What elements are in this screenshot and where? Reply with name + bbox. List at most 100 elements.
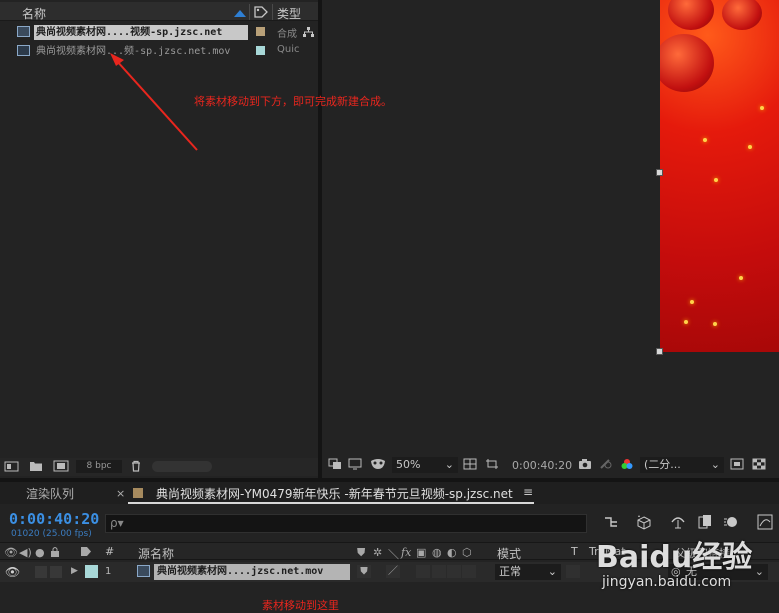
tab-render-queue[interactable]: 渲染队列: [26, 485, 74, 502]
sparkle-graphic: [703, 138, 707, 142]
monitor-icon[interactable]: [348, 458, 362, 470]
preserve-transparency-checkbox[interactable]: [566, 565, 580, 578]
color-depth-button[interactable]: 8 bpc: [76, 460, 122, 473]
mode-header[interactable]: 模式: [497, 545, 521, 562]
layer-number: 1: [105, 566, 112, 577]
layer-source-name[interactable]: 典尚视频素材网....jzsc.net.mov: [154, 564, 350, 580]
frame-count: 01020 (25.00 fps): [11, 529, 92, 539]
quality-switch-icon[interactable]: ＼: [388, 546, 399, 562]
channel-rgb-icon[interactable]: [620, 458, 633, 470]
active-tab-indicator: [128, 502, 534, 504]
lock-checkbox[interactable]: [50, 566, 62, 578]
region-of-interest-icon[interactable]: [485, 458, 498, 470]
tab-menu-icon[interactable]: ≡: [523, 485, 533, 499]
show-snapshot-icon[interactable]: [599, 458, 612, 470]
adjustment-switch[interactable]: [447, 565, 461, 578]
adjustment-layer-switch-icon[interactable]: ◐: [447, 546, 457, 559]
quality-switch[interactable]: ／: [386, 565, 400, 578]
motion-blur-switch-icon[interactable]: ◍: [432, 546, 442, 559]
watermark-url: jingyan.baidu.com: [602, 574, 732, 590]
name-column-header[interactable]: 名称: [22, 5, 46, 22]
layer-label-swatch[interactable]: [85, 565, 98, 578]
3d-layer-switch-icon[interactable]: ⬡: [462, 546, 472, 559]
preserve-transparency-header[interactable]: T: [571, 545, 578, 558]
layer-search-input[interactable]: ρ▾: [105, 514, 587, 533]
collapse-switch-icon[interactable]: ✲: [373, 546, 382, 559]
current-time-display[interactable]: 0:00:40:20: [512, 459, 572, 472]
annotation-text-top: 将素材移动到下方，即可完成新建合成。: [194, 95, 392, 108]
project-panel: 名称 类型 典尚视频素材网....视频-sp.jzsc.net 合成 典尚视频素…: [0, 0, 318, 478]
new-composition-icon[interactable]: [53, 460, 69, 472]
transform-handle[interactable]: [656, 169, 663, 176]
sparkle-graphic: [684, 320, 688, 324]
project-item-type: Quic: [277, 44, 300, 55]
camera-snapshot-icon[interactable]: [578, 458, 591, 470]
quicktime-footage-icon: [17, 45, 30, 56]
resolution-dropdown[interactable]: (二分... ⌄: [640, 457, 724, 473]
grid-guides-icon[interactable]: [463, 458, 477, 470]
frame-blend-switch[interactable]: [416, 565, 430, 578]
project-item-name[interactable]: 典尚视频素材网....视频-sp.jzsc.net: [34, 25, 248, 40]
tab-composition[interactable]: 典尚视频素材网-YM0479新年快乐 -新年春节元旦视频-sp.jzsc.net: [156, 485, 513, 502]
sparkle-graphic: [748, 145, 752, 149]
horizontal-scrollbar[interactable]: [152, 461, 212, 472]
frame-blend-switch-icon[interactable]: ▣: [416, 546, 426, 559]
sparkle-graphic: [760, 106, 764, 110]
layer-number-header[interactable]: #: [105, 545, 114, 558]
tab-close-icon[interactable]: ×: [116, 487, 125, 500]
column-divider[interactable]: [272, 4, 273, 20]
solo-checkbox[interactable]: [35, 566, 47, 578]
label-tag-icon[interactable]: [254, 6, 268, 18]
timeline-current-time[interactable]: 0:00:40:20: [9, 510, 99, 528]
source-name-header[interactable]: 源名称: [138, 545, 174, 562]
shy-switch[interactable]: ⛊: [357, 565, 371, 578]
label-color-swatch[interactable]: [256, 27, 265, 36]
interpret-footage-icon[interactable]: [4, 460, 19, 472]
transparency-grid-icon[interactable]: [752, 458, 766, 470]
sparkle-graphic: [690, 300, 694, 304]
blend-mode-value: 正常: [499, 565, 521, 578]
lantern-graphic: [668, 0, 714, 30]
sparkle-graphic: [713, 322, 717, 326]
lock-icon[interactable]: [50, 546, 60, 560]
lantern-graphic: [660, 34, 714, 92]
label-tag-icon[interactable]: [80, 546, 92, 560]
project-footer-toolbar: 8 bpc: [0, 458, 318, 476]
composition-viewer: 50% ⌄ 0:00:40:20 (二分... ⌄: [322, 0, 779, 478]
solo-icon[interactable]: ●: [35, 546, 45, 559]
effects-switch-icon[interactable]: fx: [401, 546, 411, 559]
project-item-composition[interactable]: 典尚视频素材网....视频-sp.jzsc.net 合成: [0, 23, 318, 41]
composition-frame[interactable]: [660, 0, 779, 352]
magnification-dropdown[interactable]: 50% ⌄: [392, 457, 458, 473]
flowchart-icon[interactable]: [303, 27, 314, 37]
footage-icon: [137, 565, 150, 577]
search-icon: ρ▾: [110, 516, 124, 530]
blend-mode-dropdown[interactable]: 正常 ⌄: [495, 564, 561, 580]
new-folder-icon[interactable]: [29, 460, 43, 472]
watermark-logo: Baidu经验: [596, 540, 753, 575]
project-item-name[interactable]: 典尚视频素材网...频-sp.jzsc.net.mov: [34, 44, 248, 59]
label-color-swatch[interactable]: [256, 46, 265, 55]
sort-ascending-icon[interactable]: [234, 10, 246, 17]
layer-visibility-eye-icon[interactable]: 👁: [5, 565, 20, 579]
column-divider[interactable]: [249, 4, 250, 20]
timeline-tab-bar: 渲染队列 × 典尚视频素材网-YM0479新年快乐 -新年春节元旦视频-sp.j…: [0, 482, 779, 504]
always-preview-icon[interactable]: [328, 458, 341, 470]
motion-blur-switch[interactable]: [432, 565, 446, 578]
project-item-type: 合成: [277, 29, 297, 40]
comp-label-swatch: [133, 488, 143, 498]
3d-switch[interactable]: [462, 565, 476, 578]
trash-icon[interactable]: [130, 460, 144, 472]
chevron-down-icon: ⌄: [444, 458, 454, 471]
project-item-footage[interactable]: 典尚视频素材网...频-sp.jzsc.net.mov Quic: [0, 42, 318, 60]
expand-triangle-icon[interactable]: ▶: [71, 566, 78, 576]
mask-visibility-icon[interactable]: [370, 458, 385, 470]
type-column-header[interactable]: 类型: [277, 5, 301, 22]
shy-switch-icon[interactable]: ⛊: [357, 546, 365, 560]
fast-previews-icon[interactable]: [730, 458, 744, 470]
project-column-header: 名称 类型: [0, 2, 318, 21]
video-visibility-icon[interactable]: 👁: [4, 546, 18, 559]
composition-icon: [17, 26, 30, 37]
transform-handle[interactable]: [656, 348, 663, 355]
audio-icon[interactable]: ◀): [19, 546, 32, 559]
